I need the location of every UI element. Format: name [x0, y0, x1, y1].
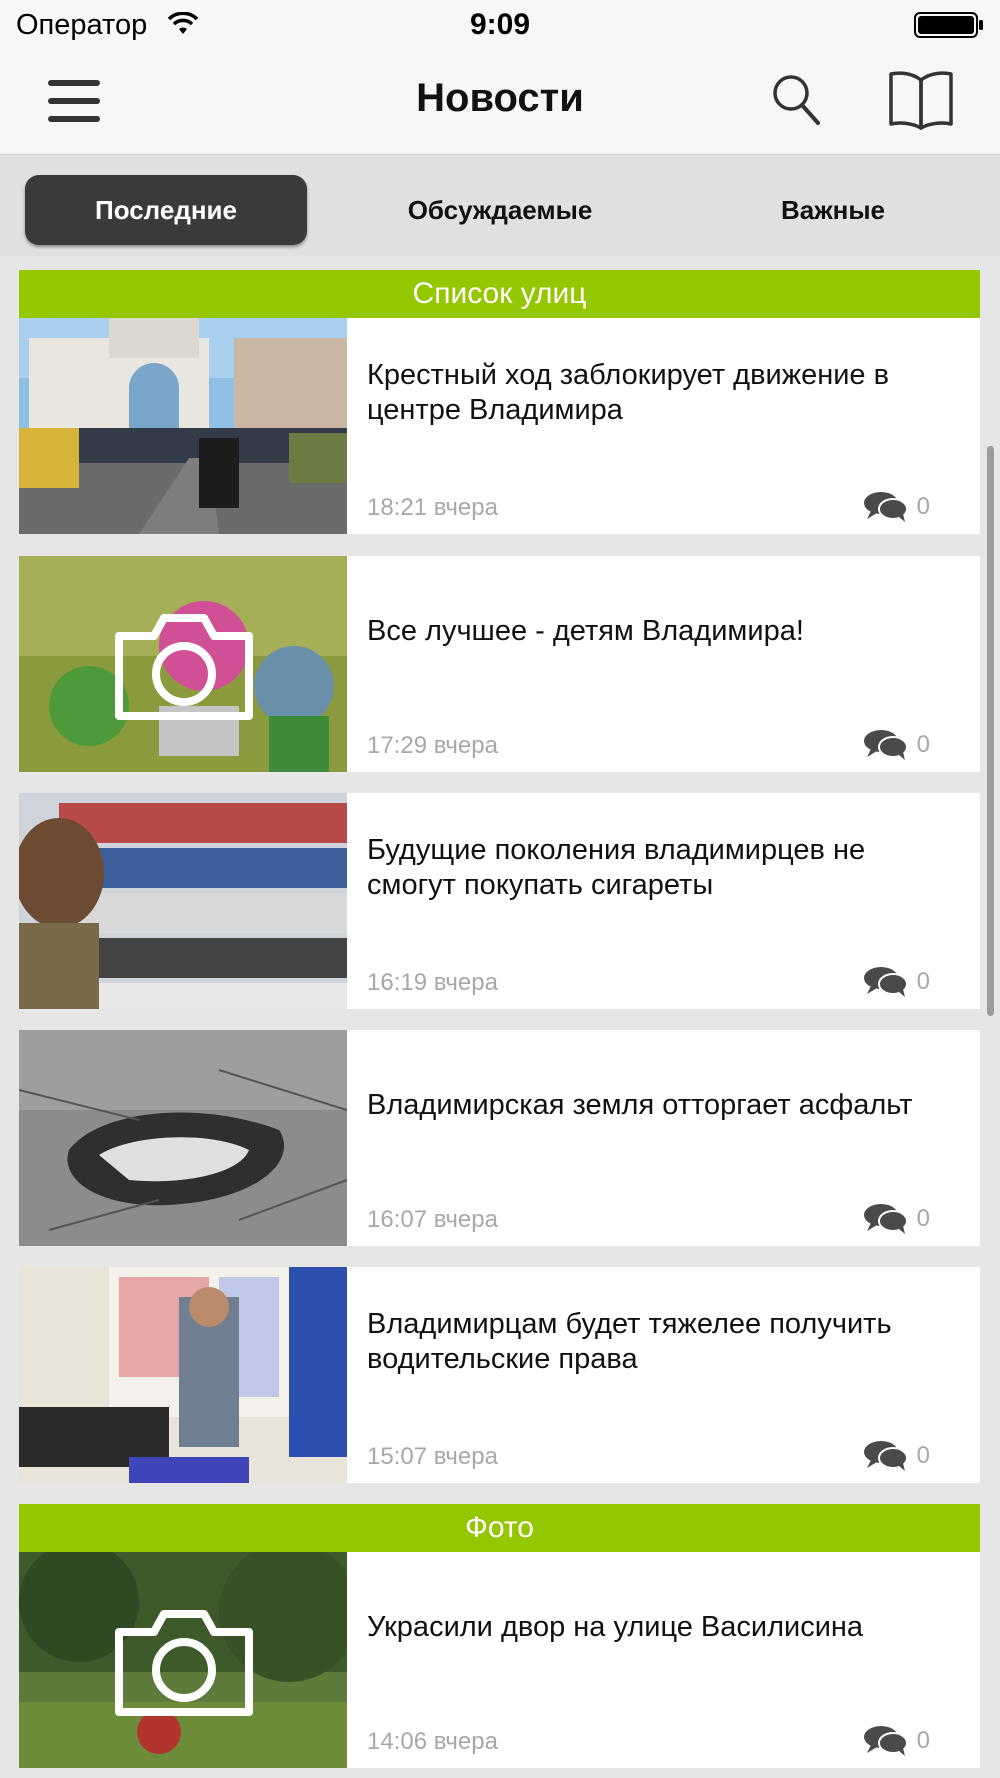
clock: 9:09: [469, 8, 531, 41]
scrollbar[interactable]: [987, 446, 994, 1016]
news-title: Владимирская земля отторгает асфальт: [367, 1088, 913, 1121]
comments-icon: [863, 967, 908, 997]
news-time: 15:07 вчера: [367, 1443, 498, 1470]
page-title: Новости: [416, 76, 584, 120]
comment-count: 0: [916, 1205, 930, 1232]
comments-icon: [863, 492, 908, 522]
news-title: Все лучшее - детям Владимира!: [367, 614, 804, 647]
news-item[interactable]: Все лучшее - детям Владимира! 17:29 вчер…: [19, 556, 980, 772]
tab-discussed[interactable]: Обсуждаемые: [360, 175, 640, 245]
comments-icon: [863, 1204, 908, 1234]
comment-counter: 0: [863, 1204, 930, 1234]
navigation-bar: Новости: [0, 50, 1000, 155]
comment-counter: 0: [863, 492, 930, 522]
comment-count: 0: [916, 968, 930, 995]
comment-count: 0: [916, 1442, 930, 1469]
comments-icon: [863, 730, 908, 760]
news-title: Крестный ход заблокирует движение в цент…: [367, 359, 890, 426]
news-item[interactable]: Украсили двор на улице Василисина 14:06 …: [19, 1552, 980, 1768]
comment-count: 0: [916, 1727, 930, 1754]
news-item[interactable]: Владимирцам будет тяжелее получить водит…: [19, 1267, 980, 1483]
news-thumbnail: [19, 1030, 347, 1246]
comments-icon: [863, 1726, 908, 1756]
news-time: 16:19 вчера: [367, 969, 498, 996]
status-bar: Оператор 9:09: [0, 0, 1000, 50]
news-time: 17:29 вчера: [367, 732, 498, 759]
news-time: 18:21 вчера: [367, 494, 498, 521]
news-thumbnail: [19, 556, 347, 772]
news-time: 14:06 вчера: [367, 1728, 498, 1755]
comment-counter: 0: [863, 1441, 930, 1471]
news-title: Украсили двор на улице Василисина: [367, 1610, 864, 1643]
book-icon[interactable]: [888, 68, 954, 130]
news-thumbnail: [19, 318, 347, 534]
news-thumbnail: [19, 1552, 347, 1768]
news-title: Владимирцам будет тяжелее получить водит…: [367, 1308, 892, 1375]
comment-count: 0: [916, 731, 930, 758]
news-thumbnail: [19, 1267, 347, 1483]
comments-icon: [863, 1441, 908, 1471]
search-icon[interactable]: [770, 72, 822, 128]
tab-important[interactable]: Важные: [693, 175, 973, 245]
comment-count: 0: [916, 493, 930, 520]
comment-counter: 0: [863, 1726, 930, 1756]
news-item[interactable]: Крестный ход заблокирует движение в цент…: [19, 318, 980, 534]
news-title: Будущие поколения владимирцев не смогут …: [367, 834, 866, 901]
section-header-streets[interactable]: Список улиц: [19, 270, 980, 318]
news-item[interactable]: Будущие поколения владимирцев не смогут …: [19, 793, 980, 1009]
camera-icon: [115, 614, 253, 720]
tab-latest[interactable]: Последние: [25, 175, 307, 245]
comment-counter: 0: [863, 730, 930, 760]
camera-icon: [115, 1610, 253, 1716]
battery-icon: [914, 12, 983, 38]
news-item[interactable]: Владимирская земля отторгает асфальт 16:…: [19, 1030, 980, 1246]
news-time: 16:07 вчера: [367, 1206, 498, 1233]
tab-bar: Последние Обсуждаемые Важные: [0, 156, 1000, 256]
section-header-photo[interactable]: Фото: [19, 1504, 980, 1552]
comment-counter: 0: [863, 967, 930, 997]
news-thumbnail: [19, 793, 347, 1009]
